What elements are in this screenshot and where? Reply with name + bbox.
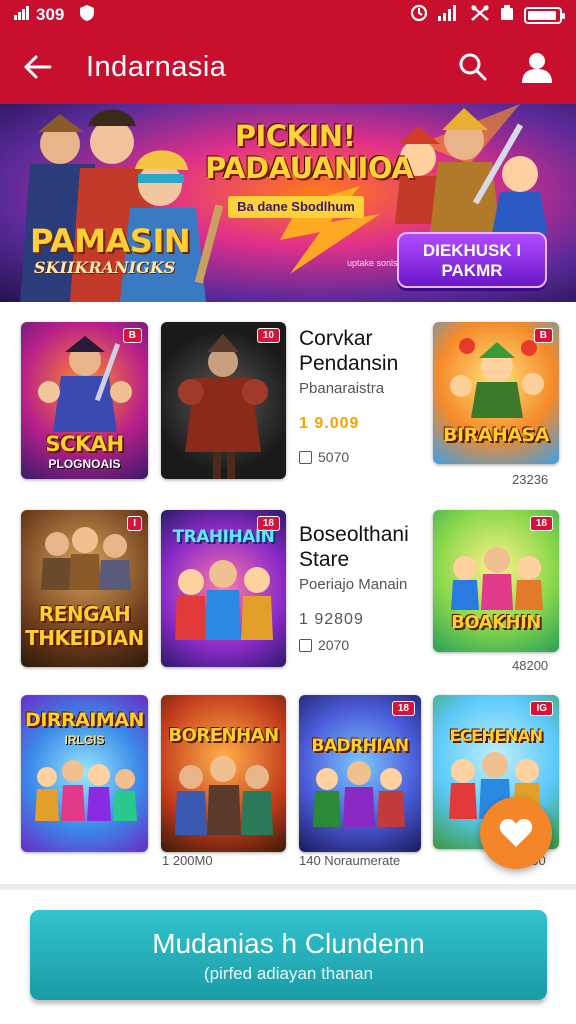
card-caption: 1 200M0 (162, 853, 213, 868)
card-title: ECEHENAN (449, 726, 543, 745)
app-bar: Indarnasia (0, 30, 576, 104)
card-title: DIRRAIMAN (25, 709, 144, 731)
banner-left-subtitle: SKIIKRANIGKS (34, 258, 176, 277)
game-meta-value: 5070 (318, 449, 350, 465)
back-button[interactable] (20, 49, 56, 85)
status-time: 309 (36, 5, 65, 24)
age-badge: 18 (391, 701, 415, 716)
primary-cta-button[interactable]: Mudanias h Clundenn (pirfed adiayan than… (30, 910, 547, 1000)
game-meta: 2070 (299, 637, 429, 653)
alarm-icon (410, 4, 428, 26)
banner-cta-button[interactable]: DIEKHUSK I PAKMR (397, 232, 547, 288)
card-title: SCKAH (45, 432, 124, 456)
card-title: BADRHIAN (311, 736, 409, 756)
card-artwork (175, 756, 273, 835)
banner-footnote: uptake sonls (347, 258, 398, 268)
game-card[interactable]: 18 BADRHIAN (299, 695, 421, 852)
card-caption: 140 Noraumerate (299, 853, 401, 868)
status-bar: 309 (0, 0, 576, 30)
banner-subtitle: Ba dane Sbodlhum (228, 196, 364, 218)
featured-game-info[interactable]: Boseolthani Stare Poeriajo Manain 1 9280… (299, 522, 429, 653)
divider (0, 884, 576, 890)
game-card[interactable]: DIRRAIMAN IRLGIS (21, 695, 148, 852)
game-card[interactable]: BORENHAN (161, 695, 286, 852)
app-actions (454, 48, 556, 86)
user-icon (522, 53, 552, 83)
profile-button[interactable] (518, 48, 556, 86)
game-title-line1: Corvkar (299, 327, 373, 350)
page-title: Indarnasia (86, 50, 227, 83)
cta-label: Mudanias h Clundenn (152, 928, 425, 959)
search-button[interactable] (454, 48, 492, 86)
cell-signal-icon (438, 5, 460, 25)
card-title: BIRAHASA (443, 424, 549, 446)
game-developer: Pbanaraistra (299, 380, 385, 397)
heart-icon (499, 819, 533, 847)
card-caption: 48200 (512, 658, 549, 673)
age-badge: B (533, 328, 553, 343)
age-badge: 10 (256, 328, 280, 343)
card-artwork (178, 334, 268, 479)
game-price: 1 9.009 (299, 415, 360, 432)
game-card[interactable]: I RENGAH THKEIDIAN (21, 510, 148, 667)
card-title: BOAKHIN (451, 612, 541, 633)
search-icon (459, 53, 487, 81)
game-meta: 5070 (299, 449, 429, 465)
age-badge: 18 (529, 516, 553, 531)
game-developer: Poeriajo Manain (299, 576, 408, 593)
game-card[interactable]: 18 TRAHIHAIN (161, 510, 286, 667)
card-title-line2: THKEIDIAN (25, 626, 144, 650)
banner-left-title: PAMASIN (30, 222, 191, 260)
card-caption: 23236 (512, 472, 549, 487)
game-title-line2: Pendansin (299, 352, 399, 375)
game-card[interactable]: 18 BOAKHIN (433, 510, 559, 652)
arrow-left-icon (24, 55, 52, 79)
game-grid: B SCKAH PLOGNOAIS 10 Corvkar Pendansin P… (0, 302, 576, 884)
age-badge: B (122, 328, 142, 343)
game-card[interactable]: B SCKAH PLOGNOAIS (21, 322, 148, 479)
shield-icon (78, 4, 96, 27)
game-title-line1: Boseolthani (299, 523, 409, 546)
favorite-fab[interactable] (480, 797, 552, 869)
status-left: 309 (14, 4, 96, 27)
banner-headline: PICKIN! PADAUANIOA (205, 119, 414, 185)
game-title-line2: Stare (299, 548, 350, 571)
promo-banner[interactable]: PICKIN! PADAUANIOA Ba dane Sbodlhum PAMA… (0, 104, 576, 302)
tools-icon (470, 4, 490, 26)
card-title: BORENHAN (168, 725, 279, 746)
age-badge: IG (530, 701, 553, 716)
notification-icon (500, 5, 514, 25)
cta-sublabel: (pirfed adiayan thanan (203, 964, 374, 983)
game-meta-value: 2070 (318, 637, 350, 653)
card-subtitle: IRLGIS (64, 733, 105, 747)
card-subtitle: PLOGNOAIS (48, 457, 121, 471)
game-card[interactable]: 10 (161, 322, 286, 479)
game-price: 1 92809 (299, 611, 364, 628)
calendar-icon (299, 450, 312, 464)
card-artwork (313, 761, 405, 827)
status-right (410, 4, 565, 26)
featured-game-info[interactable]: Corvkar Pendansin Pbanaraistra 1 9.009 5… (299, 326, 429, 465)
card-title: RENGAH (38, 602, 131, 626)
game-card[interactable]: B BIRAHASA (433, 322, 559, 464)
card-title: TRAHIHAIN (172, 527, 275, 547)
age-badge: I (127, 516, 142, 531)
calendar-icon (299, 638, 312, 652)
signal-icon (14, 5, 30, 25)
battery-icon (524, 6, 565, 24)
